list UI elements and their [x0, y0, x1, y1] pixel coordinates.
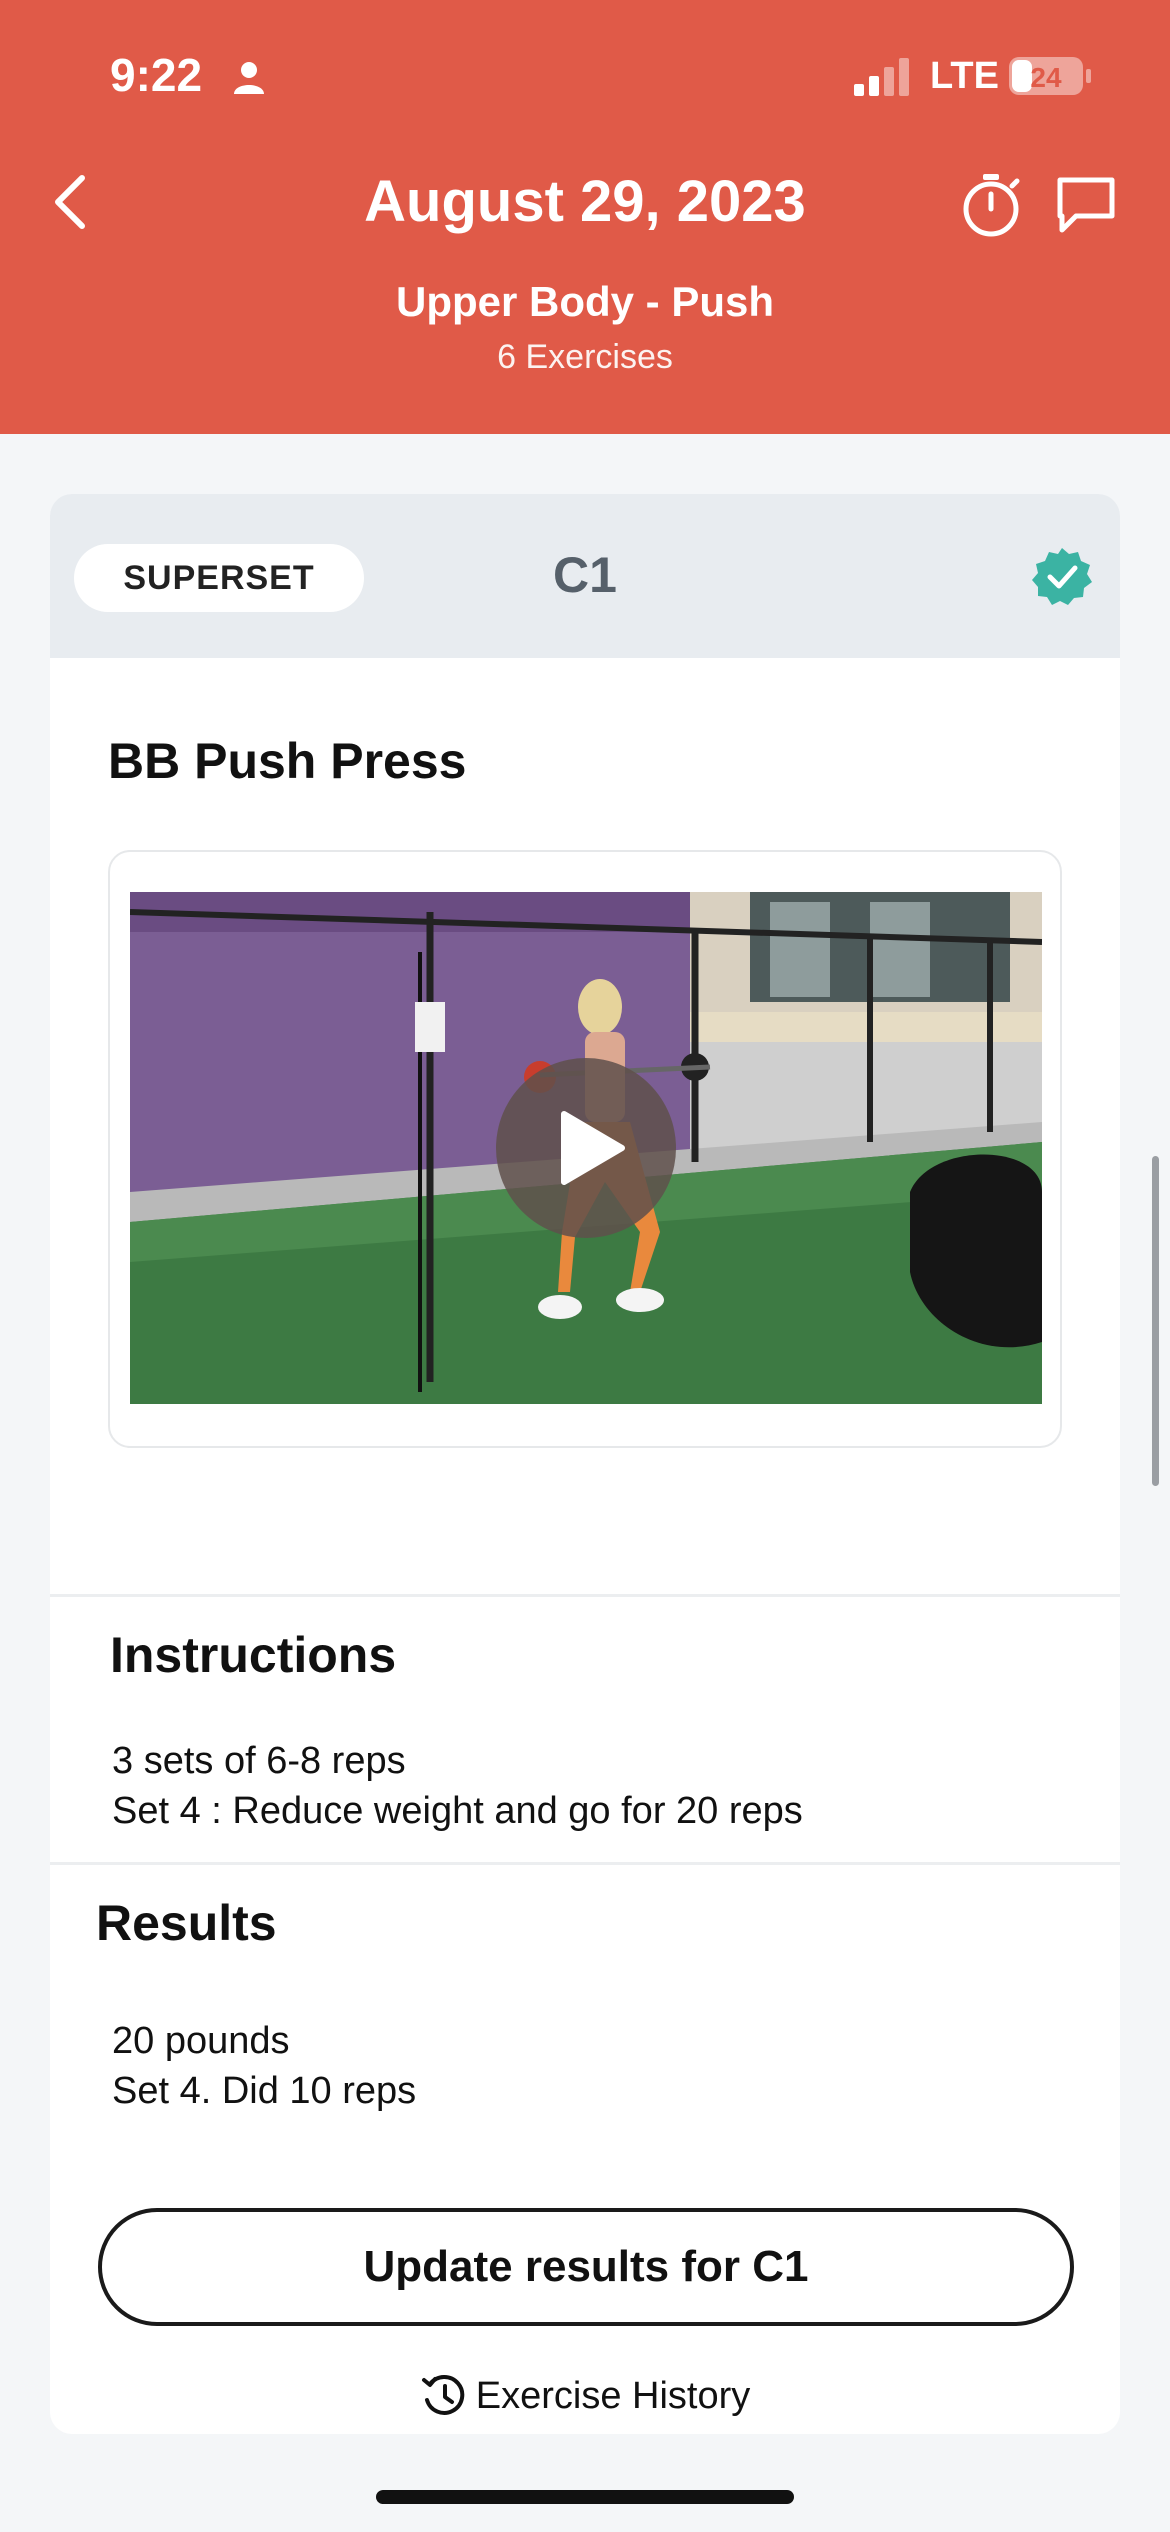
- network-type: LTE: [930, 55, 999, 97]
- exercise-count: 6 Exercises: [497, 338, 673, 376]
- battery-icon: 24: [1009, 57, 1091, 95]
- play-button[interactable]: [496, 1058, 676, 1238]
- video-container: [108, 850, 1062, 1448]
- home-indicator[interactable]: [376, 2490, 794, 2504]
- workout-name: Upper Body - Push: [395, 278, 775, 325]
- workout-screen: 9:22 LTE 24 August 29, 2023 Upper Body -…: [0, 0, 1170, 2532]
- stopwatch-icon[interactable]: [958, 172, 1024, 238]
- exercise-video[interactable]: [130, 892, 1042, 1404]
- person-icon: [234, 62, 264, 94]
- divider: [50, 1594, 1120, 1597]
- divider: [50, 1862, 1120, 1865]
- results-heading: Results: [96, 1895, 277, 1951]
- card-header: SUPERSET C1: [50, 494, 1120, 658]
- chat-icon[interactable]: [1054, 174, 1118, 236]
- play-icon: [561, 1111, 625, 1185]
- battery-level: 24: [1030, 62, 1062, 93]
- result-line: 20 pounds: [112, 2020, 290, 2062]
- header: 9:22 LTE 24 August 29, 2023 Upper Body -…: [0, 0, 1170, 434]
- group-label: C1: [553, 547, 617, 603]
- exercise-name: BB Push Press: [108, 733, 467, 789]
- history-icon: [421, 2374, 465, 2415]
- exercise-history-label: Exercise History: [475, 2374, 751, 2417]
- instructions-heading: Instructions: [110, 1627, 397, 1683]
- signal-icon: [854, 58, 909, 96]
- result-line: Set 4. Did 10 reps: [112, 2070, 417, 2112]
- update-results-button[interactable]: Update results for C1: [98, 2208, 1074, 2326]
- instruction-line: Set 4 : Reduce weight and go for 20 reps: [112, 1790, 803, 1832]
- status-time: 9:22: [110, 49, 203, 101]
- exercise-history-link[interactable]: Exercise History: [50, 2372, 1120, 2420]
- scrollbar[interactable]: [1152, 1156, 1159, 1486]
- instruction-line: 3 sets of 6-8 reps: [112, 1740, 406, 1782]
- exercise-card: SUPERSET C1 BB Push Press Instructions 3…: [50, 494, 1120, 2434]
- check-badge-icon: [1032, 548, 1092, 605]
